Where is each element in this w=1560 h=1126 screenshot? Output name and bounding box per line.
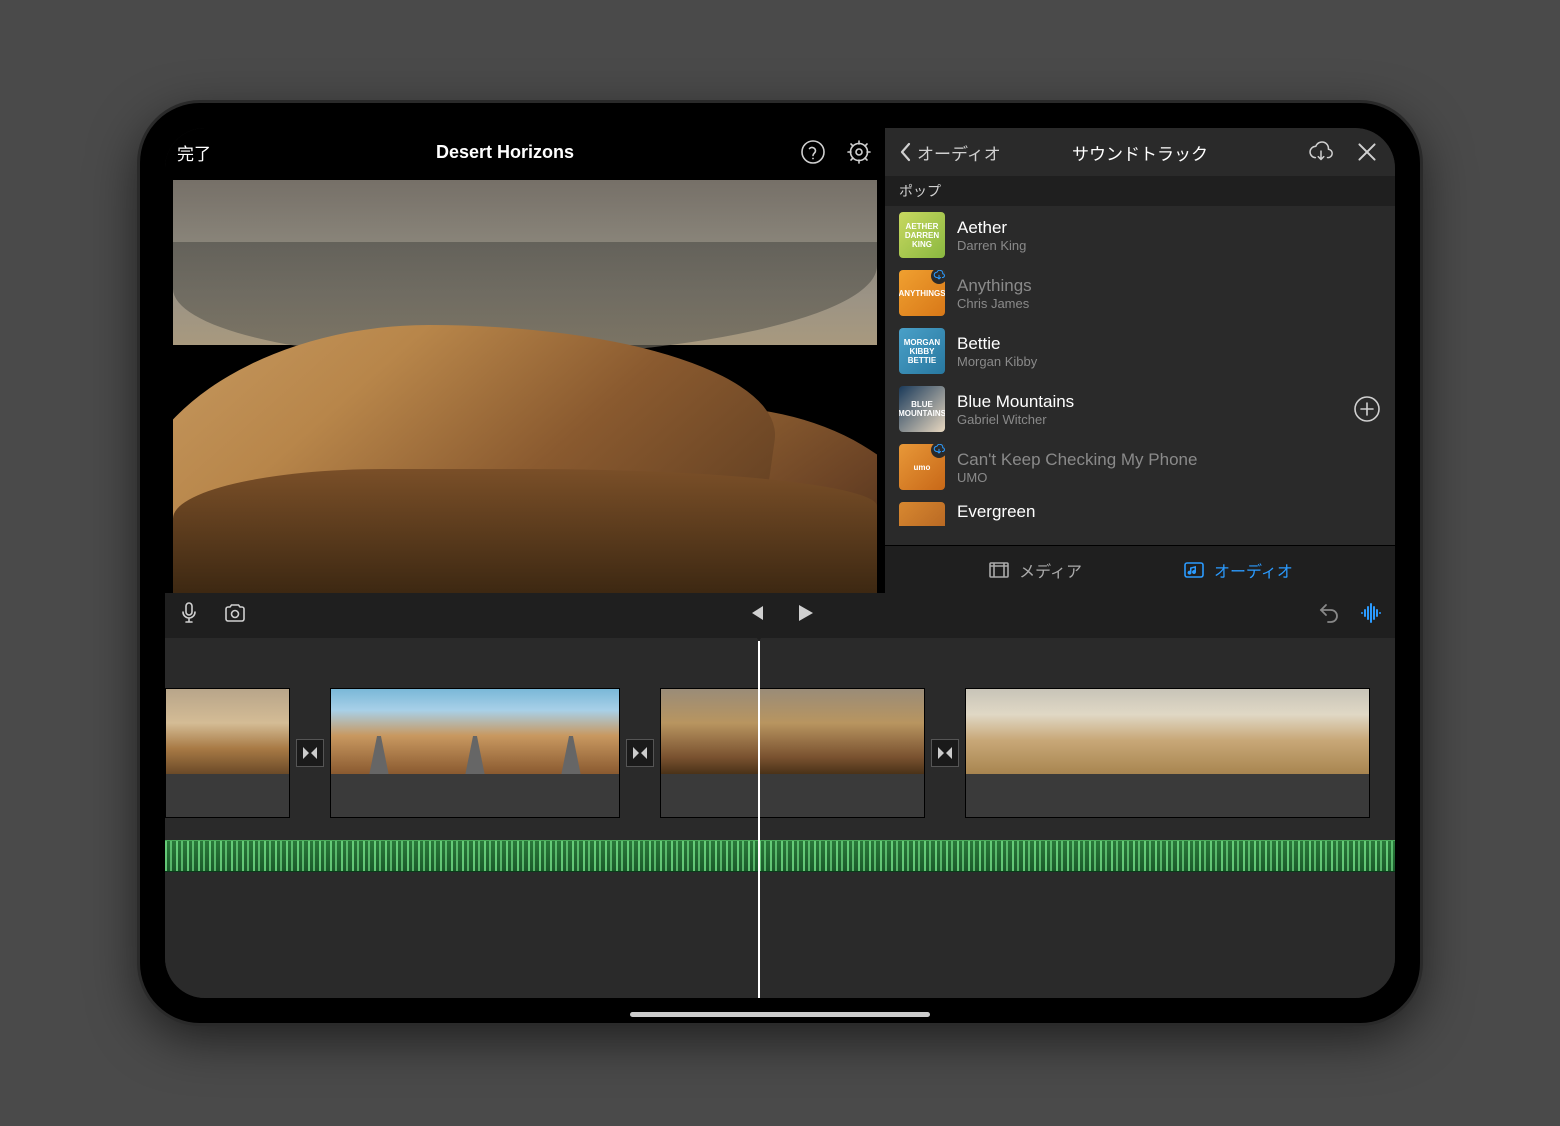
album-art: MORGAN KIBBY BETTIE (899, 328, 945, 374)
transition-icon[interactable] (626, 739, 654, 767)
playhead[interactable] (759, 638, 769, 988)
track-title: Anythings (957, 276, 1032, 296)
clip-thumbnail (427, 689, 523, 774)
back-label: オーディオ (917, 140, 1001, 165)
preview-pane: 完了 Desert Horizons (165, 128, 885, 593)
done-button[interactable]: 完了 (177, 140, 211, 165)
album-art (899, 502, 945, 526)
waveform-icon[interactable] (1359, 601, 1383, 630)
track-title: Evergreen (957, 502, 1035, 522)
album-art: umo (899, 444, 945, 490)
album-art: AETHER DARREN KING (899, 212, 945, 258)
album-art: BLUE MOUNTAINS (899, 386, 945, 432)
clip-thumbnail (1268, 689, 1369, 774)
album-art: ANYTHINGS (899, 270, 945, 316)
track-artist: Gabriel Witcher (957, 412, 1074, 427)
track-title: Aether (957, 218, 1026, 238)
screen: 完了 Desert Horizons (165, 128, 1395, 998)
tab-media-label: メディア (1019, 558, 1082, 582)
tab-audio[interactable]: オーディオ (1182, 558, 1293, 582)
transition-icon[interactable] (296, 739, 324, 767)
clip-thumbnail (331, 689, 427, 774)
close-icon[interactable] (1353, 138, 1381, 166)
category-header: ポップ (885, 176, 1395, 206)
ipad-frame: 完了 Desert Horizons (140, 103, 1420, 1023)
timeline-clip[interactable] (660, 688, 925, 818)
upper-panels: 完了 Desert Horizons (165, 128, 1395, 593)
add-track-button[interactable] (1353, 395, 1381, 423)
track-row[interactable]: BLUE MOUNTAINS Blue MountainsGabriel Witc… (885, 380, 1395, 438)
browser-header: オーディオ サウンドトラック (885, 128, 1395, 176)
clip-thumbnail (661, 689, 793, 774)
clip-thumbnail (966, 689, 1067, 774)
cloud-badge-icon (931, 444, 945, 458)
play-icon[interactable] (793, 601, 817, 630)
timeline-clip[interactable] (965, 688, 1370, 818)
track-artist: Darren King (957, 238, 1026, 253)
skip-back-icon[interactable] (743, 601, 767, 630)
panel-title: サウンドトラック (1072, 140, 1208, 165)
video-track[interactable] (165, 688, 1395, 818)
clip-thumbnail (523, 689, 619, 774)
track-artist: Morgan Kibby (957, 354, 1037, 369)
undo-icon[interactable] (1317, 601, 1341, 630)
clip-thumbnail (228, 689, 290, 774)
track-artist: UMO (957, 470, 1197, 485)
track-row[interactable]: AETHER DARREN KING AetherDarren King (885, 206, 1395, 264)
clip-thumbnail (166, 689, 228, 774)
track-list[interactable]: AETHER DARREN KING AetherDarren King ANYTH… (885, 206, 1395, 545)
project-title: Desert Horizons (436, 142, 574, 163)
browser-tab-bar: メディア オーディオ (885, 545, 1395, 593)
video-preview[interactable] (173, 180, 877, 593)
track-row[interactable]: MORGAN KIBBY BETTIE BettieMorgan Kibby (885, 322, 1395, 380)
help-icon[interactable] (799, 138, 827, 166)
transition-icon[interactable] (931, 739, 959, 767)
editor-header: 完了 Desert Horizons (165, 128, 885, 176)
back-button[interactable]: オーディオ (899, 140, 1001, 165)
audio-waveform (165, 841, 1395, 871)
track-row[interactable]: Evergreen (885, 496, 1395, 526)
timeline[interactable] (165, 638, 1395, 998)
track-row[interactable]: ANYTHINGS AnythingsChris James (885, 264, 1395, 322)
timeline-toolbar (165, 593, 1395, 638)
track-title: Can't Keep Checking My Phone (957, 450, 1197, 470)
timeline-clip[interactable] (330, 688, 620, 818)
clip-thumbnail (793, 689, 925, 774)
track-title: Blue Mountains (957, 392, 1074, 412)
cloud-download-icon[interactable] (1307, 138, 1335, 166)
camera-icon[interactable] (223, 601, 247, 630)
clip-thumbnail (1067, 689, 1168, 774)
soundtrack-browser: オーディオ サウンドトラック ポップ AETHER DARREN KING Aet… (885, 128, 1395, 593)
track-row[interactable]: umo Can't Keep Checking My PhoneUMO (885, 438, 1395, 496)
tab-audio-label: オーディオ (1214, 558, 1293, 582)
tab-media[interactable]: メディア (987, 558, 1082, 582)
track-title: Bettie (957, 334, 1037, 354)
microphone-icon[interactable] (177, 601, 201, 630)
timeline-clip[interactable] (165, 688, 290, 818)
track-artist: Chris James (957, 296, 1032, 311)
clip-thumbnail (1168, 689, 1269, 774)
audio-track[interactable] (165, 840, 1395, 872)
cloud-badge-icon (931, 270, 945, 284)
settings-gear-icon[interactable] (845, 138, 873, 166)
